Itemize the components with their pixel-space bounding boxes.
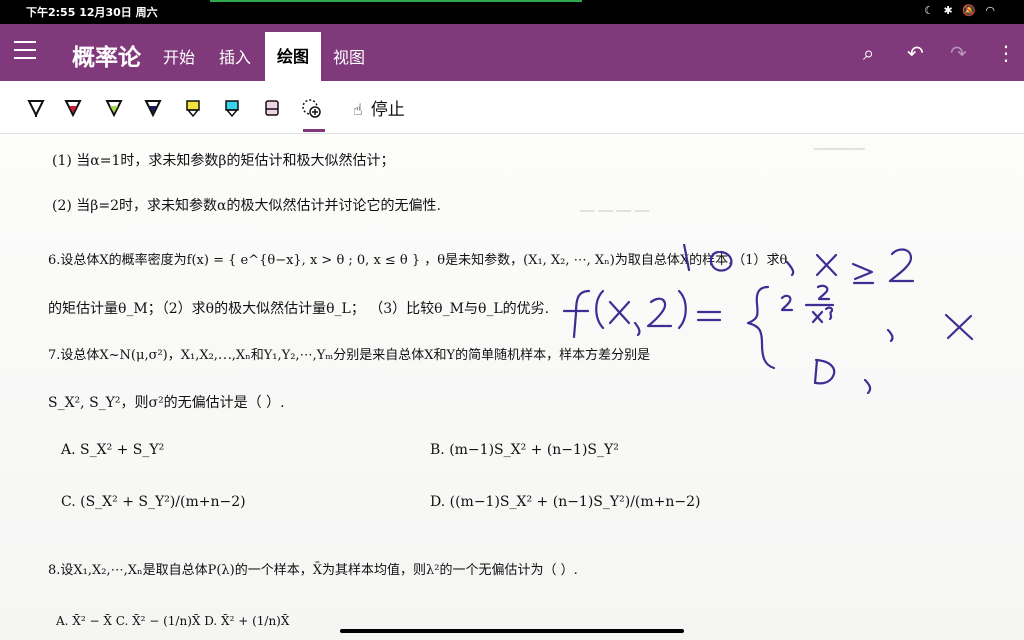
black-pen-icon[interactable]: [26, 98, 46, 118]
tab-insert[interactable]: 插入: [219, 44, 251, 68]
question-7-line-2: S_X², S_Y²，则σ²的无偏估计是（ ）.: [48, 395, 285, 411]
stop-button[interactable]: ☝ 停止: [353, 95, 405, 120]
question-7-line-1: 7.设总体X~N(μ,σ²)，X₁,X₂,⋯,Xₙ和Y₁,Y₂,⋯,Yₘ分别是来…: [48, 348, 651, 363]
scanned-page: (1) 当α=1时，求未知参数β的矩估计和极大似然估计； (2) 当β=2时，求…: [0, 134, 1024, 640]
menu-icon[interactable]: [14, 41, 36, 59]
document-canvas[interactable]: (1) 当α=1时，求未知参数β的矩估计和极大似然估计； (2) 当β=2时，求…: [0, 134, 1024, 640]
top-progress-line: [210, 0, 582, 2]
redo-icon[interactable]: ↷: [950, 41, 967, 65]
tab-start[interactable]: 开始: [163, 44, 195, 68]
mute-icon: 🔕: [962, 4, 979, 17]
search-icon[interactable]: ⌕: [863, 41, 874, 65]
more-icon[interactable]: ⋮: [996, 41, 1016, 65]
question-6-line-2: 的矩估计量θ_M；（2）求θ的极大似然估计量θ_L； （3）比较θ_M与θ_L的…: [48, 301, 550, 317]
question-1-text: (1) 当α=1时，求未知参数β的矩估计和极大似然估计；: [52, 153, 395, 169]
lasso-add-icon[interactable]: [301, 98, 321, 118]
screen: 下午2:55 12月30日 周六 ☾ ✱ 🔕 ◠ 概率论 开始 插入 绘图 视图…: [0, 0, 1024, 640]
status-icons: ☾ ✱ 🔕 ◠: [924, 4, 998, 17]
red-pen-icon[interactable]: [63, 98, 83, 118]
background-text-top-right: ───────: [814, 142, 865, 156]
option-d: D. ((m−1)S_X² + (n−1)S_Y²)/(m+n−2): [430, 494, 701, 510]
app-title: 概率论: [72, 45, 141, 71]
wifi-icon: ◠: [985, 4, 998, 17]
tab-view[interactable]: 视图: [333, 44, 365, 68]
status-time: 下午2:55 12月30日 周六: [26, 6, 158, 19]
green-pen-icon[interactable]: [104, 98, 124, 118]
question-2-text: (2) 当β=2时，求未知参数α的极大似然估计并讨论它的无偏性.: [52, 198, 441, 214]
selected-tool-underline: [303, 129, 325, 132]
stop-label: 停止: [370, 100, 405, 120]
status-bar: 下午2:55 12月30日 周六 ☾ ✱ 🔕 ◠: [0, 0, 1024, 24]
cyan-highlighter-icon[interactable]: [222, 98, 242, 118]
question-8-line: 8.设X₁,X₂,⋯,Xₙ是取自总体P(λ)的一个样本，X̄为其样本均值，则λ²…: [48, 563, 578, 578]
tab-draw[interactable]: 绘图: [265, 32, 321, 81]
option-c: C. (S_X² + S_Y²)/(m+n−2): [61, 494, 246, 510]
undo-icon[interactable]: ↶: [907, 41, 924, 65]
question-6-line-1: 6.设总体X的概率密度为f(x) = { e^{θ−x}, x > θ ; 0,…: [48, 253, 788, 268]
background-text-middle: ── ── ── ──: [580, 204, 650, 218]
home-indicator[interactable]: [340, 629, 684, 633]
bluetooth-icon: ✱: [943, 4, 956, 17]
app-bar: 概率论 开始 插入 绘图 视图 ⌕ ↶ ↷ ⋮: [0, 24, 1024, 81]
question-8-options-partial: A. X̄² − X̄ C. X̄² − (1/n)X̄ D. X̄² + (1…: [56, 614, 290, 628]
option-b: B. (m−1)S_X² + (n−1)S_Y²: [430, 442, 619, 458]
drawing-toolbar: ☝ 停止: [0, 81, 1024, 134]
option-a: A. S_X² + S_Y²: [61, 442, 165, 458]
eraser-icon[interactable]: [262, 98, 282, 118]
moon-icon: ☾: [924, 4, 937, 17]
touch-draw-icon: ☝: [353, 100, 363, 119]
dark-pen-icon[interactable]: [143, 98, 163, 118]
yellow-highlighter-icon[interactable]: [183, 98, 203, 118]
